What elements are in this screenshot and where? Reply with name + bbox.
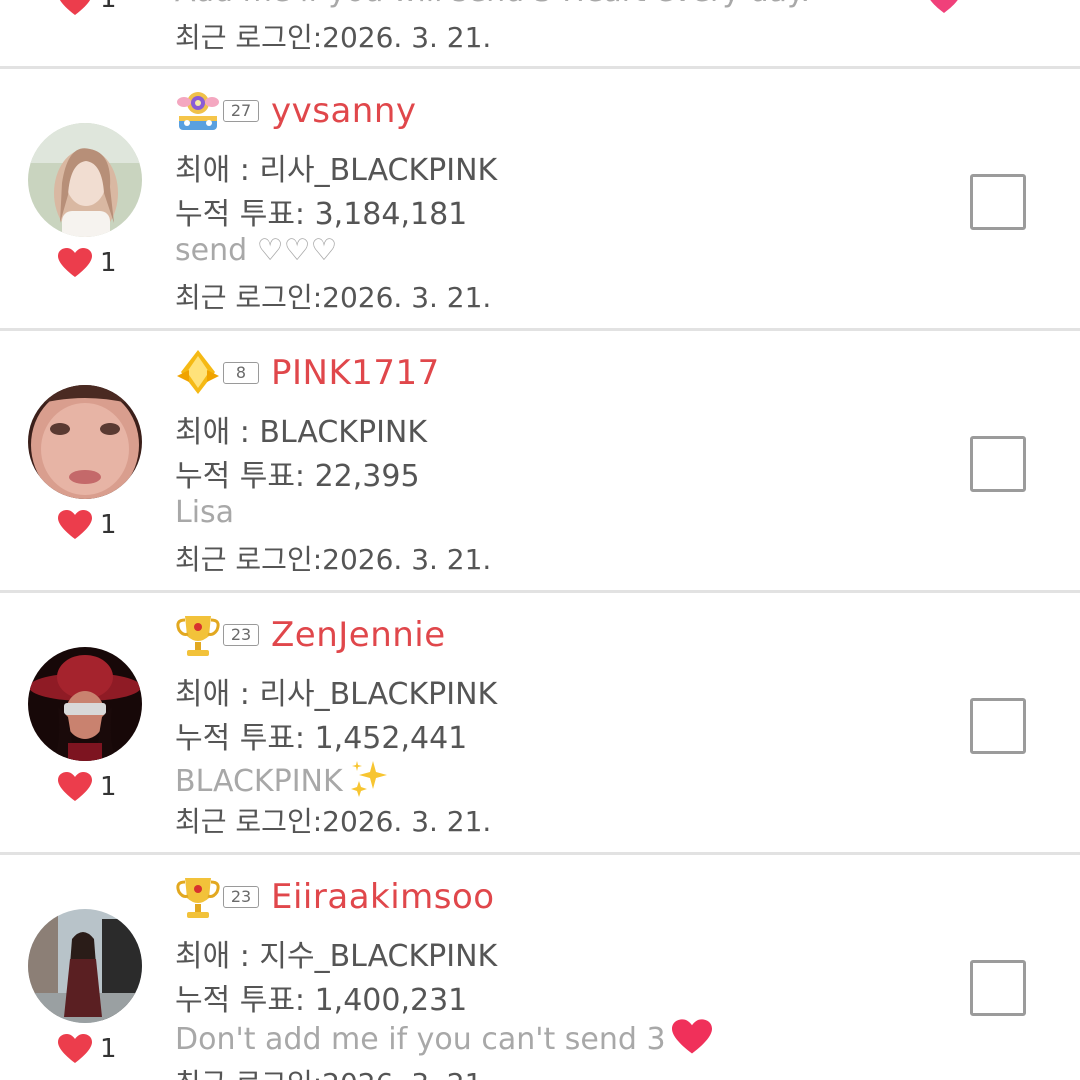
like-count: 1 [100, 510, 117, 540]
heart-icon [58, 248, 92, 277]
avatar[interactable] [28, 123, 142, 237]
heart-icon [58, 510, 92, 539]
like-button[interactable]: 1 [58, 1031, 117, 1067]
trophy-badge-icon [176, 878, 220, 918]
user-header: 27 yvsanny [175, 83, 417, 139]
user-header: 8 PINK1717 [175, 345, 440, 401]
favorite-idol: 최애 : 지수_BLACKPINK [175, 939, 498, 974]
like-button[interactable]: 1 [58, 769, 117, 805]
user-header: 23 Eiiraakimsoo [175, 869, 495, 925]
level-badge: 8 [223, 362, 259, 384]
heart-icon[interactable] [58, 0, 92, 16]
status-message: BLACKPINK [175, 757, 389, 799]
status-message: Add me if you will send 3 Heart every da… [175, 0, 810, 9]
like-button[interactable]: 1 [58, 507, 117, 543]
level-badge: 23 [223, 886, 259, 908]
status-message: Don't add me if you can't send 3 [175, 1019, 712, 1057]
flower-crown-badge-icon [177, 92, 219, 130]
user-header: 23 ZenJennie [175, 607, 446, 663]
total-votes: 누적 투표: 3,184,181 [175, 197, 468, 232]
select-checkbox[interactable] [970, 174, 1026, 230]
favorite-idol: 최애 : 리사_BLACKPINK [175, 153, 498, 188]
heart-icon [58, 1034, 92, 1063]
total-votes: 누적 투표: 1,452,441 [175, 721, 468, 756]
pink-heart-icon [930, 0, 958, 13]
select-checkbox[interactable] [970, 698, 1026, 754]
list-item-user[interactable]: 1 23 ZenJennie 최애 : 리사_BLACKPINK 누적 투표: … [0, 593, 1080, 853]
last-login: 최근 로그인:2026. 3. 21. [175, 281, 492, 314]
avatar[interactable] [28, 909, 142, 1023]
list-item-user[interactable]: 1 23 Eiiraakimsoo 최애 : 지수_BLACKPINK 누적 투… [0, 855, 1080, 1080]
avatar[interactable] [28, 647, 142, 761]
like-count: 1 [100, 1034, 117, 1064]
like-button[interactable]: 1 [58, 245, 117, 281]
list-item-partial[interactable]: 1 Add me if you will send 3 Heart every … [0, 0, 1080, 67]
status-message: Lisa [175, 495, 235, 530]
favorite-idol: 최애 : BLACKPINK [175, 415, 428, 450]
friend-list: 1 Add me if you will send 3 Heart every … [0, 0, 1080, 1080]
select-checkbox[interactable] [970, 436, 1026, 492]
last-login: 최근 로그인:2026. 3. 21. [175, 543, 492, 576]
total-votes: 누적 투표: 1,400,231 [175, 983, 468, 1018]
list-item-user[interactable]: 1 27 yvsanny 최애 : 리사_BLACKPINK 누적 투표: 3,… [0, 69, 1080, 329]
level-badge: 23 [223, 624, 259, 646]
total-votes: 누적 투표: 22,395 [175, 459, 420, 494]
last-login: 최근 로그인:2026. 3. 21. [175, 805, 492, 838]
trophy-badge-icon [176, 616, 220, 656]
sparkles-icon [350, 761, 387, 797]
list-item-user[interactable]: 1 8 PINK1717 최애 : BLACKPINK 누적 투표: 22,39… [0, 331, 1080, 591]
status-message-text: Don't add me if you can't send 3 [175, 1022, 666, 1057]
favorite-idol: 최애 : 리사_BLACKPINK [175, 677, 498, 712]
status-message: send ♡♡♡ [175, 233, 338, 268]
username[interactable]: Eiiraakimsoo [271, 877, 495, 917]
status-message-text: BLACKPINK [175, 764, 343, 799]
like-count: 1 [100, 772, 117, 802]
heart-icon [58, 772, 92, 801]
gold-diamond-badge-icon [177, 350, 219, 394]
select-checkbox[interactable] [970, 960, 1026, 1016]
like-count: 1 [100, 248, 117, 278]
last-login: 최근 로그인:2026. 3. 21. [175, 21, 492, 54]
avatar[interactable] [28, 385, 142, 499]
red-heart-icon [671, 1019, 712, 1054]
like-count: 1 [100, 0, 117, 14]
username[interactable]: PINK1717 [271, 353, 440, 393]
last-login: 최근 로그인:2026. 3. 21. [175, 1062, 491, 1080]
username[interactable]: ZenJennie [271, 615, 446, 655]
level-badge: 27 [223, 100, 259, 122]
username[interactable]: yvsanny [271, 91, 417, 131]
